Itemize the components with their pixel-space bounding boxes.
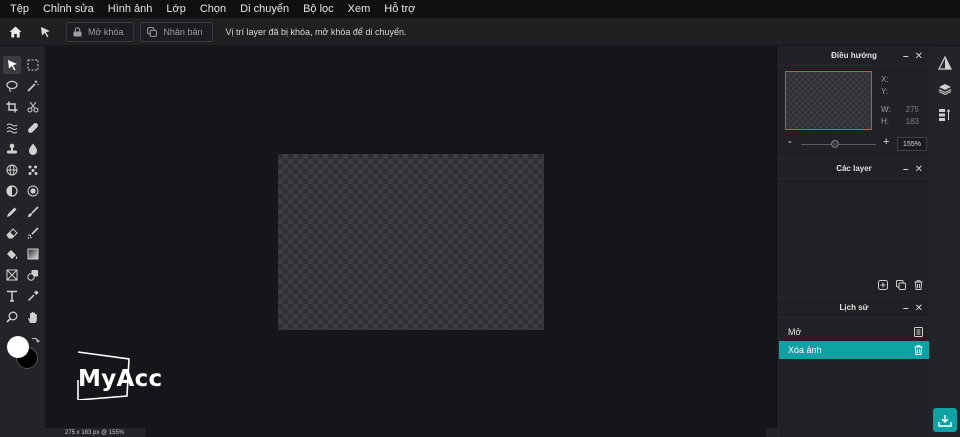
side-panels: Điều hướng – ✕ X: Y: W: 275 H: 183 - + 1…	[778, 46, 929, 437]
trash-icon	[914, 345, 923, 355]
close-icon[interactable]: ✕	[915, 164, 923, 175]
menu-bar: Tệp Chỉnh sửa Hình ảnh Lớp Chọn Di chuyể…	[0, 0, 960, 18]
height-label: H:	[881, 117, 889, 126]
minimize-icon[interactable]: –	[903, 303, 909, 314]
gradient-icon[interactable]	[24, 245, 42, 263]
lasso-icon[interactable]	[3, 77, 21, 95]
history-panel: Mở Xóa ảnh	[779, 318, 929, 359]
navigator-header: Điều hướng – ✕	[779, 46, 929, 66]
add-layer-icon[interactable]	[878, 280, 888, 293]
blur-drop-icon[interactable]	[24, 140, 42, 158]
layers-title: Các layer	[836, 164, 872, 173]
pencil-icon[interactable]	[3, 203, 21, 221]
history-item[interactable]: Mở	[779, 323, 929, 341]
right-icon-bar	[929, 46, 960, 437]
marquee-select-icon[interactable]	[24, 56, 42, 74]
image-canvas[interactable]	[278, 154, 544, 330]
eraser-icon[interactable]	[3, 224, 21, 242]
zoom-tool-icon[interactable]	[3, 308, 21, 326]
spray-brush-icon[interactable]	[24, 224, 42, 242]
width-value: 275	[905, 105, 919, 114]
move-tool-icon[interactable]	[3, 56, 21, 74]
export-button[interactable]	[933, 408, 957, 432]
trash-icon[interactable]	[914, 280, 923, 293]
menu-view[interactable]: Xem	[348, 3, 371, 15]
menu-image[interactable]: Hình ảnh	[108, 3, 153, 15]
dodge-burn-icon[interactable]	[3, 182, 21, 200]
download-tray-icon	[938, 414, 952, 427]
history-item-label: Mở	[788, 327, 802, 337]
zoom-out-button[interactable]: -	[788, 136, 792, 148]
sphere-icon[interactable]	[3, 161, 21, 179]
height-value: 183	[905, 117, 919, 126]
zoom-percent-input[interactable]: 155%	[897, 137, 927, 151]
text-tool-icon[interactable]	[3, 287, 21, 305]
history-header: Lịch sử – ✕	[779, 298, 929, 318]
paint-bucket-icon[interactable]	[3, 245, 21, 263]
swap-colors-icon[interactable]	[30, 336, 40, 349]
shapes-icon[interactable]	[24, 266, 42, 284]
unlock-label: Mở khóa	[88, 26, 124, 37]
bandage-icon[interactable]	[24, 119, 42, 137]
layers-panel	[779, 179, 929, 298]
menu-select[interactable]: Chọn	[200, 3, 226, 15]
eyedropper-icon[interactable]	[24, 287, 42, 305]
menu-file[interactable]: Tệp	[10, 3, 29, 15]
canvas-status: 275 x 183 px @ 155%	[45, 428, 145, 437]
target-icon[interactable]	[24, 182, 42, 200]
history-item-label: Xóa ảnh	[788, 345, 822, 355]
menu-help[interactable]: Hỗ trợ	[384, 3, 415, 15]
move-arrow-icon[interactable]	[34, 21, 56, 43]
stamp-icon[interactable]	[3, 140, 21, 158]
liquify-icon[interactable]	[3, 119, 21, 137]
zoom-control: - + 155%	[779, 136, 930, 152]
navigator-panel: X: Y: W: 275 H: 183 - + 155%	[779, 66, 929, 159]
magic-wand-icon[interactable]	[24, 77, 42, 95]
unlock-button[interactable]: Mở khóa	[66, 21, 135, 42]
x-label: X:	[881, 75, 889, 84]
history-item-selected[interactable]: Xóa ảnh	[779, 341, 929, 359]
layers-stack-icon[interactable]	[937, 81, 953, 97]
history-title: Lịch sử	[839, 303, 869, 312]
minimize-icon[interactable]: –	[903, 164, 909, 175]
workspace: MyAcc 275 x 183 px @ 155%	[45, 46, 778, 437]
menu-layer[interactable]: Lớp	[166, 3, 185, 15]
lock-icon	[73, 26, 82, 36]
lock-message: Vị trí layer đã bị khóa, mở khóa để di c…	[225, 26, 407, 37]
zoom-slider-handle[interactable]	[831, 140, 839, 148]
options-toolbar: Mở khóa Nhân bản Vị trí layer đã bị khóa…	[0, 18, 960, 46]
navigator-preview[interactable]	[785, 71, 872, 130]
scissors-icon[interactable]	[24, 98, 42, 116]
sponge-icon[interactable]	[24, 161, 42, 179]
history-list-icon[interactable]	[937, 107, 953, 123]
y-label: Y:	[881, 87, 889, 96]
zoom-in-button[interactable]: +	[883, 136, 889, 148]
brush-icon[interactable]	[24, 203, 42, 221]
document-icon	[914, 327, 923, 337]
duplicate-button[interactable]: Nhân bản	[140, 21, 214, 42]
layers-header: Các layer – ✕	[779, 159, 929, 179]
close-icon[interactable]: ✕	[915, 303, 923, 314]
hand-icon[interactable]	[24, 308, 42, 326]
watermark-text: MyAcc	[78, 366, 163, 392]
duplicate-label: Nhân bản	[163, 26, 203, 37]
duplicate-layer-icon[interactable]	[896, 280, 906, 293]
width-label: W:	[881, 105, 891, 114]
menu-edit[interactable]: Chỉnh sửa	[43, 3, 94, 15]
adjust-panels-icon[interactable]	[937, 55, 953, 71]
scroll-corner	[766, 428, 778, 437]
myacc-watermark-logo: MyAcc	[76, 350, 176, 410]
menu-move[interactable]: Di chuyển	[240, 3, 289, 15]
tools-panel	[0, 46, 45, 437]
minimize-icon[interactable]: –	[903, 51, 909, 62]
foreground-color-swatch[interactable]	[7, 336, 29, 358]
menu-filter[interactable]: Bộ lọc	[303, 3, 334, 15]
close-icon[interactable]: ✕	[915, 51, 923, 62]
navigator-title: Điều hướng	[831, 51, 877, 60]
home-icon[interactable]	[4, 21, 26, 43]
crop-icon[interactable]	[3, 98, 21, 116]
duplicate-icon	[147, 26, 158, 37]
frame-icon[interactable]	[3, 266, 21, 284]
